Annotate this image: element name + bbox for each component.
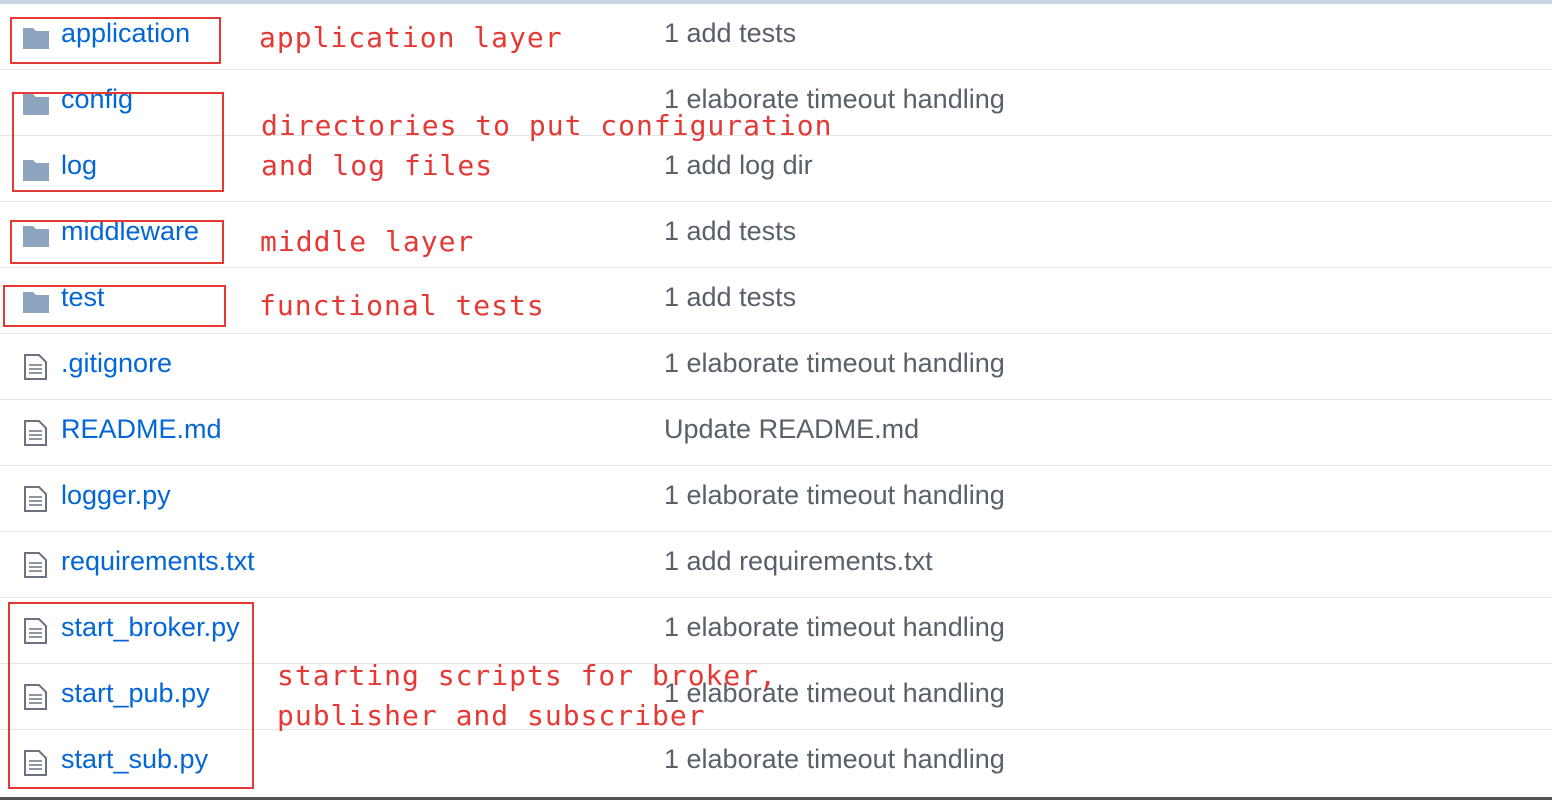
file-row-test[interactable]: test 1 add tests — [0, 268, 1552, 334]
file-icon — [22, 486, 50, 512]
commit-message-link[interactable]: 1 add requirements.txt — [664, 546, 933, 577]
annotation-test: functional tests — [259, 289, 545, 322]
commit-message-link[interactable]: 1 add tests — [664, 18, 796, 49]
commit-message-link[interactable]: 1 elaborate timeout handling — [664, 348, 1005, 379]
highlight-box-application — [10, 17, 221, 64]
highlight-box-test — [3, 285, 226, 327]
annotation-application: application layer — [259, 21, 563, 54]
file-row-gitignore[interactable]: .gitignore 1 elaborate timeout handling — [0, 334, 1552, 400]
file-row-logger[interactable]: logger.py 1 elaborate timeout handling — [0, 466, 1552, 532]
file-icon — [22, 552, 50, 578]
file-name-link[interactable]: requirements.txt — [61, 546, 255, 577]
annotation-start-scripts: starting scripts for broker, publisher a… — [277, 659, 778, 732]
highlight-box-config-log — [12, 92, 224, 192]
file-name-link[interactable]: logger.py — [61, 480, 171, 511]
file-icon — [22, 354, 50, 380]
file-row-requirements[interactable]: requirements.txt 1 add requirements.txt — [0, 532, 1552, 598]
commit-message-link[interactable]: 1 add tests — [664, 282, 796, 313]
commit-message-link[interactable]: 1 elaborate timeout handling — [664, 744, 1005, 775]
file-row-middleware[interactable]: middleware 1 add tests — [0, 202, 1552, 268]
file-row-readme[interactable]: README.md Update README.md — [0, 400, 1552, 466]
commit-message-link[interactable]: 1 elaborate timeout handling — [664, 480, 1005, 511]
file-icon — [22, 420, 50, 446]
highlight-box-start-scripts — [8, 602, 254, 789]
commit-message-link[interactable]: Update README.md — [664, 414, 919, 445]
file-row-application[interactable]: application 1 add tests — [0, 4, 1552, 70]
annotation-middleware: middle layer — [260, 225, 475, 258]
highlight-box-middleware — [10, 220, 224, 264]
file-name-link[interactable]: .gitignore — [61, 348, 172, 379]
file-name-link[interactable]: README.md — [61, 414, 222, 445]
commit-message-link[interactable]: 1 add tests — [664, 216, 796, 247]
annotation-config-log: directories to put configuration and log… — [261, 109, 833, 182]
commit-message-link[interactable]: 1 elaborate timeout handling — [664, 612, 1005, 643]
